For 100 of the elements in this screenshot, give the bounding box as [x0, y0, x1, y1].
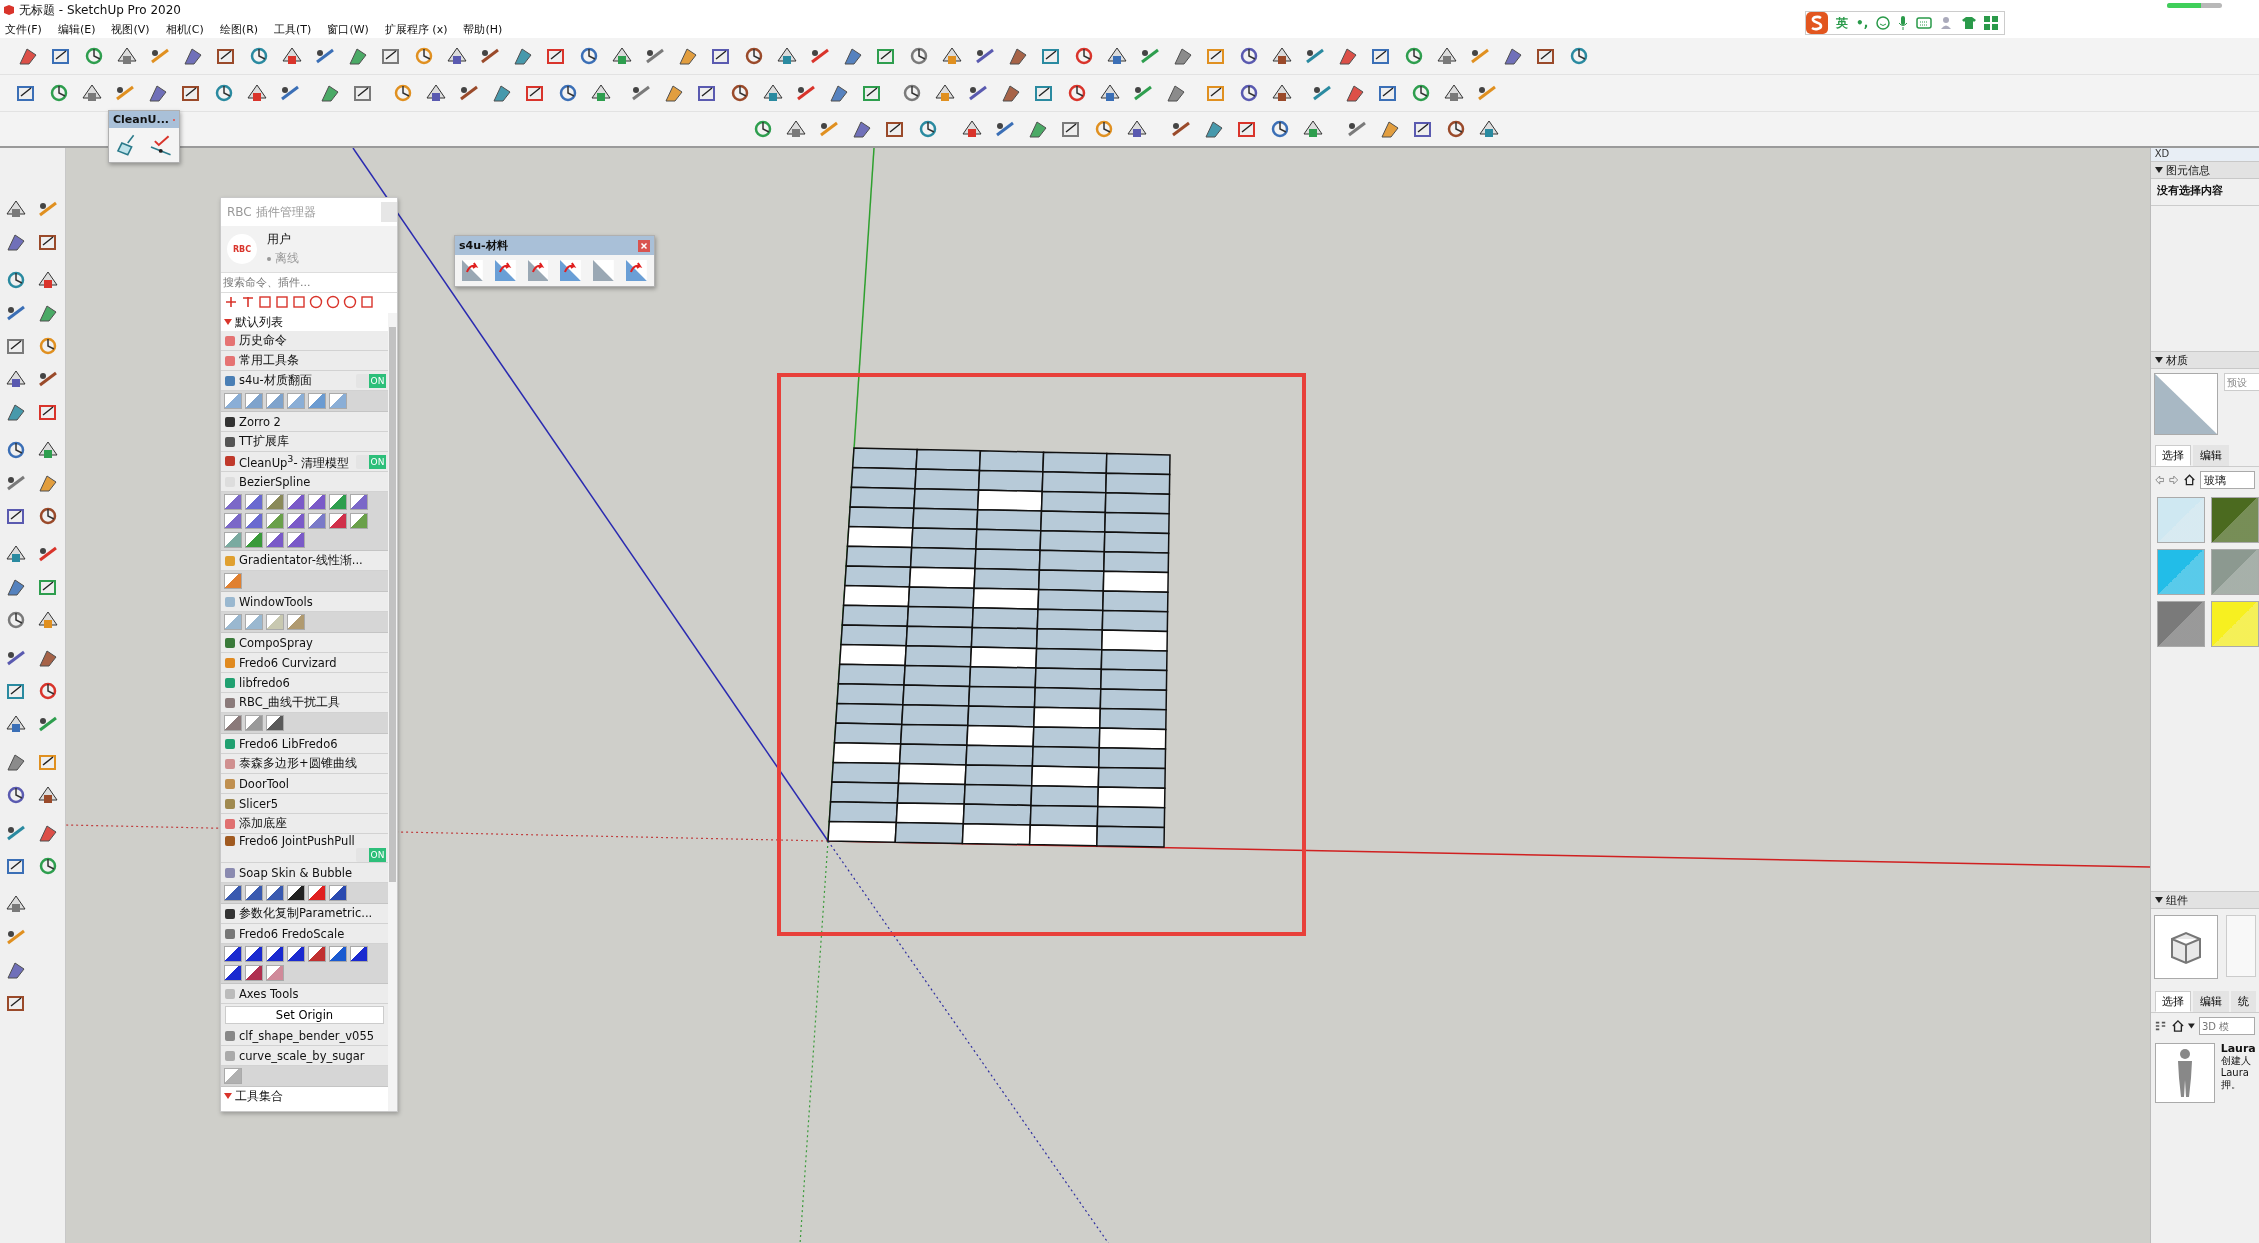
tool-icon[interactable] — [5, 893, 28, 915]
menu-item[interactable]: 绘图(R) — [219, 21, 259, 37]
tool-icon[interactable] — [578, 45, 600, 67]
tool-icon[interactable] — [729, 82, 751, 104]
tool-icon[interactable] — [1443, 82, 1465, 104]
caret-icon[interactable] — [2154, 896, 2163, 904]
tool-icon[interactable] — [116, 45, 138, 67]
tool-icon[interactable] — [5, 198, 28, 220]
component-search-field[interactable]: 3D 模 — [2199, 1017, 2255, 1035]
manager-tool-icon[interactable] — [224, 295, 238, 309]
tool-icon[interactable] — [776, 45, 798, 67]
tool-icon[interactable] — [5, 543, 28, 565]
tool-icon[interactable] — [1271, 82, 1293, 104]
tool-icon[interactable] — [37, 439, 60, 461]
tool-icon[interactable] — [1445, 118, 1467, 140]
tool-icon[interactable] — [961, 118, 983, 140]
tool-icon[interactable] — [611, 45, 633, 67]
keyboard-icon[interactable] — [1916, 17, 1933, 29]
tool-icon[interactable] — [1073, 45, 1095, 67]
manager-tool-icon[interactable] — [309, 295, 323, 309]
tool-icon[interactable] — [941, 45, 963, 67]
set-origin-button[interactable]: Set Origin — [225, 1006, 384, 1024]
material-flip-icon[interactable] — [462, 260, 483, 281]
menu-item[interactable]: 视图(V) — [111, 21, 150, 37]
material-swatch[interactable] — [2210, 497, 2259, 543]
menu-item[interactable]: 扩展程序 (x) — [384, 21, 448, 37]
tool-icon[interactable] — [1403, 45, 1425, 67]
plugin-tool-icon[interactable] — [287, 946, 305, 962]
tool-icon[interactable] — [425, 82, 447, 104]
tool-icon[interactable] — [785, 118, 807, 140]
grid-icon[interactable] — [1984, 16, 1999, 30]
panel-header[interactable]: 材质 — [2165, 352, 2188, 368]
material-swatch[interactable] — [2156, 601, 2205, 647]
manager-tool-icon[interactable] — [360, 295, 374, 309]
material-swatch[interactable] — [2210, 549, 2259, 595]
tool-icon[interactable] — [37, 784, 60, 806]
material-name-field[interactable]: 预设 — [2223, 373, 2259, 391]
manager-tool-icon[interactable] — [275, 295, 289, 309]
input-mode-label[interactable]: 英 — [1836, 14, 1848, 32]
menu-item[interactable]: 相机(C) — [165, 21, 204, 37]
plugin-item[interactable]: Fredo6 JointPushPull — [225, 834, 355, 848]
tool-icon[interactable] — [5, 368, 28, 390]
tool-icon[interactable] — [446, 45, 468, 67]
component-thumbnail[interactable] — [2154, 1043, 2215, 1103]
manager-tool-icon[interactable] — [241, 295, 255, 309]
plugin-tool-icon[interactable] — [350, 946, 368, 962]
back-icon[interactable] — [2154, 474, 2165, 486]
tool-icon[interactable] — [1478, 118, 1500, 140]
section-header[interactable]: 工具集合 — [235, 1087, 283, 1105]
microphone-icon[interactable] — [1898, 16, 1909, 30]
plugin-tool-icon[interactable] — [224, 946, 242, 962]
plugin-tool-icon[interactable] — [224, 965, 242, 981]
menu-item[interactable]: 帮助(H) — [463, 21, 503, 37]
tab[interactable]: 统 — [2230, 991, 2256, 1012]
tab[interactable]: 编辑 — [2192, 445, 2229, 466]
tool-icon[interactable] — [1066, 82, 1088, 104]
caret-icon[interactable] — [2154, 356, 2163, 364]
tool-icon[interactable] — [590, 82, 612, 104]
home-icon[interactable] — [2172, 1019, 2185, 1033]
library-dropdown[interactable]: 玻璃 — [2199, 471, 2255, 489]
ime-logo-icon[interactable] — [1806, 12, 1828, 34]
menu-item[interactable]: 工具(T) — [274, 21, 312, 37]
check-line-icon[interactable] — [148, 133, 172, 157]
plugin-tool-icon[interactable] — [245, 965, 263, 981]
plugin-tool-icon[interactable] — [287, 885, 305, 901]
plugin-item[interactable]: CleanUp$^{3}$- 清理模型 — [225, 452, 350, 471]
user-avatar[interactable]: RBC — [227, 234, 257, 264]
caret-icon[interactable] — [2154, 166, 2163, 174]
plugin-tool-icon[interactable] — [329, 885, 347, 901]
tool-icon[interactable] — [1568, 45, 1590, 67]
tool-icon[interactable] — [81, 82, 103, 104]
tool-icon[interactable] — [213, 82, 235, 104]
tool-icon[interactable] — [917, 118, 939, 140]
tool-icon[interactable] — [557, 82, 579, 104]
tool-icon[interactable] — [248, 45, 270, 67]
material-swatch[interactable] — [2156, 497, 2205, 543]
material-flip-icon[interactable] — [494, 260, 516, 281]
tool-icon[interactable] — [1126, 118, 1148, 140]
tab[interactable]: 选择 — [2154, 445, 2191, 466]
home-icon[interactable] — [2183, 473, 2195, 487]
manager-tool-icon[interactable] — [326, 295, 340, 309]
tool-icon[interactable] — [246, 82, 268, 104]
plugin-tool-icon[interactable] — [266, 946, 284, 962]
tool-icon[interactable] — [1410, 82, 1432, 104]
scrollbar[interactable] — [388, 313, 397, 1111]
dropdown-icon[interactable] — [2188, 1023, 2195, 1029]
tool-icon[interactable] — [743, 45, 765, 67]
tool-icon[interactable] — [37, 269, 60, 291]
plugin-tool-icon[interactable] — [245, 885, 263, 901]
tool-icon[interactable] — [48, 82, 70, 104]
tool-icon[interactable] — [762, 82, 784, 104]
search-field[interactable]: 搜索命令、插件... — [221, 272, 397, 293]
section-header[interactable]: 默认列表 — [235, 313, 283, 331]
tool-icon[interactable] — [5, 713, 28, 735]
material-swatch[interactable] — [2156, 549, 2205, 595]
plugin-tool-icon[interactable] — [245, 946, 263, 962]
tool-icon[interactable] — [83, 45, 105, 67]
shirt-icon[interactable] — [1962, 16, 1977, 30]
manager-tool-icon[interactable] — [343, 295, 357, 309]
panel-header[interactable]: 组件 — [2165, 892, 2188, 908]
